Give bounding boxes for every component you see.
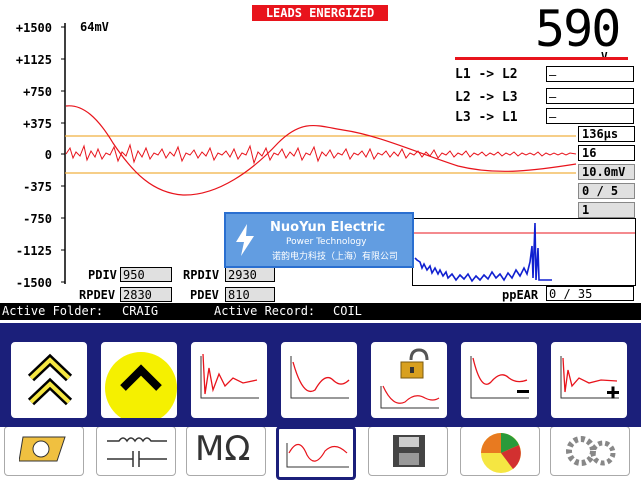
folder-name: CRAIG	[122, 304, 159, 318]
waveform-icon	[286, 443, 349, 468]
chevron-up-icon	[105, 352, 177, 418]
zoom-in-button[interactable]	[549, 340, 629, 420]
lcr-button[interactable]	[96, 426, 176, 476]
y-label: -1500	[15, 276, 52, 290]
pulse-width-value: 136µs	[578, 126, 635, 142]
padlock-unlocked-icon	[380, 348, 440, 409]
save-button[interactable]	[368, 426, 448, 476]
lead-label-l3-l1: L3 -> L1	[455, 110, 518, 125]
double-up-button[interactable]	[9, 340, 89, 420]
sine-waveform-button[interactable]	[279, 340, 359, 420]
gears-icon	[566, 436, 616, 466]
logo-chinese: 诺韵电力科技（上海）有限公司	[272, 252, 399, 262]
pdev-value: 810	[225, 287, 275, 302]
voltage-underline	[455, 57, 628, 60]
rpdiv-label: RPDIV	[183, 268, 220, 282]
motor-button[interactable]	[4, 426, 84, 476]
threshold-value: 10.0mV	[578, 164, 635, 180]
noise-trace	[65, 143, 577, 165]
lead-value-l1-l2: –	[546, 66, 634, 82]
folder-label: Active Folder:	[2, 304, 104, 318]
double-chevron-up-icon	[27, 353, 73, 406]
y-label: -1125	[15, 244, 52, 258]
lead-label-l1-l2: L1 -> L2	[455, 67, 518, 82]
lead-value-l3-l1: –	[546, 108, 634, 124]
logo-tagline: Power Technology	[286, 237, 367, 247]
index-value: 1	[578, 202, 635, 218]
y-label: +375	[23, 117, 52, 131]
y-label: +1125	[15, 53, 52, 67]
floppy-disk-icon	[393, 435, 425, 467]
motor-icon	[19, 436, 66, 462]
status-bar: Active Folder: CRAIG Active Record: COIL	[0, 303, 641, 320]
lightning-icon	[236, 224, 254, 256]
lead-value-l2-l3: –	[546, 88, 634, 104]
megohm-label: MΩ	[195, 429, 251, 469]
settings-button[interactable]	[550, 426, 630, 476]
record-label: Active Record:	[214, 304, 316, 318]
megohm-button[interactable]: MΩ	[186, 426, 266, 476]
leads-energized-banner: LEADS ENERGIZED	[252, 5, 388, 21]
pulse-count-value: 16	[578, 145, 635, 161]
pulse-waveform-button[interactable]	[189, 340, 269, 420]
y-label: 0	[44, 148, 52, 162]
pdev-label: PDEV	[190, 288, 219, 302]
waveform-lower-button[interactable]	[276, 426, 356, 480]
lead-label-l2-l3: L2 -> L3	[455, 90, 518, 105]
unlock-button[interactable]	[369, 340, 449, 420]
y-label: +750	[23, 85, 52, 99]
voltage-readout: 590	[535, 0, 621, 58]
waveform-minus-icon	[470, 356, 529, 399]
rpdev-value: 2830	[120, 287, 172, 302]
pdiv-label: PDIV	[88, 268, 117, 282]
waveform-plus-icon	[560, 356, 619, 399]
pie-chart-icon	[481, 433, 521, 473]
pd-mini-plot	[412, 218, 636, 286]
rpdiv-value: 2930	[225, 267, 275, 282]
company-logo: NuoYun Electric Power Technology 诺韵电力科技（…	[224, 212, 414, 268]
zoom-out-button[interactable]	[459, 340, 539, 420]
ppear-label: ppEAR	[502, 288, 539, 302]
statistics-button[interactable]	[460, 426, 540, 476]
pdiv-value: 950	[120, 267, 172, 282]
y-label: -375	[23, 180, 52, 194]
rpdev-label: RPDEV	[79, 288, 116, 302]
inductor-capacitor-icon	[107, 437, 167, 467]
ppear-value: 0 / 35	[546, 286, 634, 301]
damped-waveform-icon	[200, 353, 259, 399]
y-label: -750	[23, 212, 52, 226]
record-name: COIL	[333, 304, 362, 318]
sine-waveform-icon	[290, 356, 350, 399]
y-label: +1500	[15, 21, 52, 35]
logo-name: NuoYun Electric	[270, 220, 386, 235]
count-ratio-value: 0 / 5	[578, 183, 635, 199]
up-button[interactable]	[99, 340, 179, 420]
